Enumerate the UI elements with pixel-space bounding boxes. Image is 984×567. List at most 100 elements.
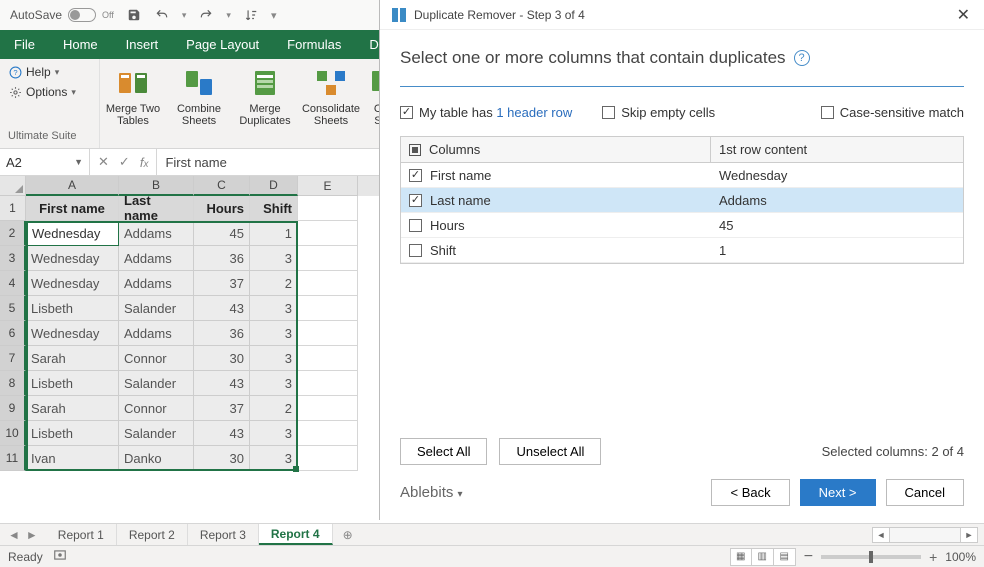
sheet-tab-report1[interactable]: Report 1 — [46, 524, 117, 545]
scroll-track[interactable] — [890, 527, 960, 543]
row-header[interactable]: 4 — [0, 271, 26, 296]
cell[interactable]: 37 — [194, 396, 250, 421]
cell[interactable]: Wednesday — [26, 321, 119, 346]
cell[interactable]: Lisbeth — [26, 421, 119, 446]
cancel-formula-icon[interactable]: ✕ — [98, 154, 109, 170]
cell[interactable]: Lisbeth — [26, 371, 119, 396]
merge-duplicates-button[interactable]: Merge Duplicates — [232, 63, 298, 129]
cell[interactable] — [298, 296, 358, 321]
view-page-layout-icon[interactable]: ▥ — [752, 548, 774, 566]
cell[interactable]: 1 — [250, 221, 298, 246]
cell[interactable]: Ivan — [26, 446, 119, 471]
cell[interactable]: 36 — [194, 321, 250, 346]
cell[interactable]: 43 — [194, 371, 250, 396]
view-page-break-icon[interactable]: ▤ — [774, 548, 796, 566]
cell[interactable]: Wednesday — [26, 271, 119, 296]
cell[interactable]: Sarah — [26, 346, 119, 371]
help-icon[interactable]: ? — [794, 50, 810, 66]
sheet-tab-report3[interactable]: Report 3 — [188, 524, 259, 545]
qat-more-icon[interactable]: ▾ — [271, 9, 277, 22]
autosave-toggle[interactable]: AutoSave Off — [10, 8, 114, 22]
cell[interactable]: Shift — [250, 196, 298, 221]
merge-two-tables-button[interactable]: Merge Two Tables — [100, 63, 166, 129]
my-table-header-checkbox[interactable]: My table has 1 header row — [400, 105, 572, 120]
unselect-all-button[interactable]: Unselect All — [499, 438, 601, 465]
sheet-tab-report2[interactable]: Report 2 — [117, 524, 188, 545]
help-button[interactable]: ? Help ▾ — [8, 65, 91, 79]
column-row[interactable]: Shift1 — [401, 238, 963, 263]
consolidate-sheets-button[interactable]: Consolidate Sheets — [298, 63, 364, 129]
row-header[interactable]: 1 — [0, 196, 26, 221]
sort-icon[interactable] — [243, 7, 259, 23]
redo-icon[interactable] — [198, 7, 214, 23]
cell[interactable]: Addams — [119, 221, 194, 246]
options-button[interactable]: Options ▾ — [8, 85, 91, 99]
cell[interactable]: 37 — [194, 271, 250, 296]
tab-file[interactable]: File — [0, 30, 49, 59]
back-button[interactable]: < Back — [711, 479, 789, 506]
zoom-out-button[interactable]: − — [804, 548, 813, 566]
cell[interactable]: Danko — [119, 446, 194, 471]
col-header-d[interactable]: D — [250, 176, 298, 196]
enter-formula-icon[interactable]: ✓ — [119, 154, 130, 170]
undo-icon[interactable] — [154, 7, 170, 23]
cell[interactable]: First name — [26, 196, 119, 221]
brand-label[interactable]: Ablebits ▾ — [400, 484, 463, 501]
cell[interactable] — [298, 196, 358, 221]
cell[interactable]: 3 — [250, 371, 298, 396]
name-box[interactable]: A2 ▼ — [0, 149, 90, 175]
col-header-a[interactable]: A — [26, 176, 119, 196]
scroll-left-icon[interactable]: ◄ — [872, 527, 890, 543]
cell[interactable] — [298, 446, 358, 471]
col-header-b[interactable]: B — [119, 176, 194, 196]
select-all-columns-icon[interactable] — [409, 144, 421, 156]
save-icon[interactable] — [126, 7, 142, 23]
add-sheet-button[interactable]: ⊕ — [333, 528, 363, 542]
fx-icon[interactable]: fx — [140, 155, 149, 170]
cell[interactable]: Last name — [119, 196, 194, 221]
tab-home[interactable]: Home — [49, 30, 112, 59]
row-header[interactable]: 2 — [0, 221, 26, 246]
cell[interactable]: 3 — [250, 246, 298, 271]
tab-insert[interactable]: Insert — [112, 30, 173, 59]
row-header[interactable]: 8 — [0, 371, 26, 396]
row-header[interactable]: 5 — [0, 296, 26, 321]
macro-record-icon[interactable] — [53, 548, 67, 565]
sheet-tab-report4[interactable]: Report 4 — [259, 524, 333, 545]
case-sensitive-checkbox[interactable]: Case-sensitive match — [821, 105, 964, 120]
cell[interactable]: Wednesday — [26, 221, 119, 246]
horizontal-scrollbar[interactable]: ◄ ► — [872, 527, 984, 543]
cell[interactable]: Addams — [119, 321, 194, 346]
cell[interactable]: 3 — [250, 446, 298, 471]
cell[interactable] — [298, 271, 358, 296]
cell[interactable]: 30 — [194, 446, 250, 471]
cancel-button[interactable]: Cancel — [886, 479, 964, 506]
row-header[interactable]: 6 — [0, 321, 26, 346]
cell[interactable]: 2 — [250, 271, 298, 296]
cell[interactable]: 3 — [250, 321, 298, 346]
column-row[interactable]: Hours45 — [401, 213, 963, 238]
cell[interactable]: Lisbeth — [26, 296, 119, 321]
cell[interactable]: 30 — [194, 346, 250, 371]
tab-page-layout[interactable]: Page Layout — [172, 30, 273, 59]
columns-header[interactable]: Columns — [401, 137, 711, 162]
column-row[interactable]: Last nameAddams — [401, 188, 963, 213]
row-header[interactable]: 3 — [0, 246, 26, 271]
cell[interactable]: Salander — [119, 421, 194, 446]
scroll-right-icon[interactable]: ► — [960, 527, 978, 543]
column-row[interactable]: First nameWednesday — [401, 163, 963, 188]
col-header-c[interactable]: C — [194, 176, 250, 196]
zoom-level[interactable]: 100% — [945, 550, 976, 564]
cell[interactable]: 43 — [194, 296, 250, 321]
cell[interactable] — [298, 246, 358, 271]
row-header[interactable]: 7 — [0, 346, 26, 371]
cell[interactable] — [298, 221, 358, 246]
cell[interactable]: 3 — [250, 346, 298, 371]
select-all-corner[interactable] — [0, 176, 26, 196]
zoom-in-button[interactable]: + — [929, 549, 937, 565]
cell[interactable] — [298, 371, 358, 396]
cell[interactable]: 3 — [250, 296, 298, 321]
next-sheet-icon[interactable]: ► — [26, 528, 38, 542]
cell[interactable]: Sarah — [26, 396, 119, 421]
view-normal-icon[interactable]: ▦ — [730, 548, 752, 566]
